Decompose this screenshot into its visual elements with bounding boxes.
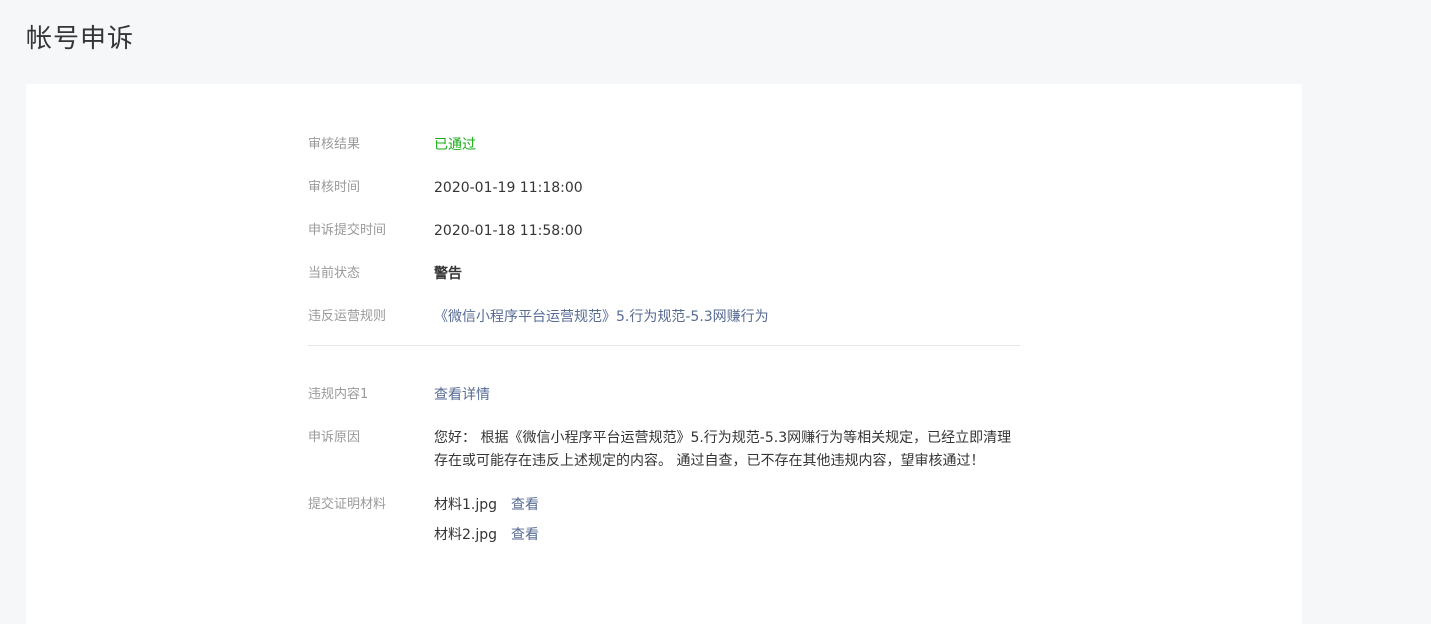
violated-rule-link[interactable]: 《微信小程序平台运营规范》5.行为规范-5.3网赚行为 <box>434 306 1020 328</box>
appeal-content: 审核结果 已通过 审核时间 2020-01-19 11:18:00 申诉提交时间… <box>308 134 1020 575</box>
violated-rule-label: 违反运营规则 <box>308 309 387 324</box>
materials-list: 材料1.jpg 查看 材料2.jpg 查看 <box>434 494 1020 554</box>
material-name: 材料1.jpg <box>434 497 498 513</box>
section-divider <box>308 345 1020 346</box>
review-section: 审核结果 已通过 审核时间 2020-01-19 11:18:00 申诉提交时间… <box>308 134 1020 328</box>
material-name: 材料2.jpg <box>434 527 498 543</box>
review-time-row: 审核时间 2020-01-19 11:18:00 <box>308 177 1020 199</box>
material-item: 材料1.jpg 查看 <box>434 494 1020 516</box>
appeal-reason-text: 您好： 根据《微信小程序平台运营规范》5.行为规范-5.3网赚行为等相关规定，已… <box>434 430 1012 469</box>
view-details-link[interactable]: 查看详情 <box>434 384 1020 406</box>
submit-time-label: 申诉提交时间 <box>308 223 387 238</box>
appeal-reason-label: 申诉原因 <box>308 430 361 445</box>
review-result-row: 审核结果 已通过 <box>308 134 1020 156</box>
review-result-label: 审核结果 <box>308 137 361 152</box>
review-time-value: 2020-01-19 11:18:00 <box>434 180 583 196</box>
violation-content-label: 违规内容1 <box>308 387 369 402</box>
submit-time-value: 2020-01-18 11:58:00 <box>434 223 583 239</box>
review-time-label: 审核时间 <box>308 180 361 195</box>
appeal-reason-row: 申诉原因 您好： 根据《微信小程序平台运营规范》5.行为规范-5.3网赚行为等相… <box>308 427 1020 473</box>
materials-label: 提交证明材料 <box>308 497 387 512</box>
material-view-link[interactable]: 查看 <box>511 524 539 546</box>
current-status-label: 当前状态 <box>308 266 361 281</box>
detail-section: 违规内容1 查看详情 申诉原因 您好： 根据《微信小程序平台运营规范》5.行为规… <box>308 384 1020 554</box>
appeal-card: 审核结果 已通过 审核时间 2020-01-19 11:18:00 申诉提交时间… <box>26 84 1302 624</box>
violated-rule-row: 违反运营规则 《微信小程序平台运营规范》5.行为规范-5.3网赚行为 <box>308 306 1020 328</box>
violation-content-row: 违规内容1 查看详情 <box>308 384 1020 406</box>
material-item: 材料2.jpg 查看 <box>434 524 1020 546</box>
material-view-link[interactable]: 查看 <box>511 494 539 516</box>
materials-row: 提交证明材料 材料1.jpg 查看 材料2.jpg 查看 <box>308 494 1020 554</box>
review-result-value: 已通过 <box>434 137 476 153</box>
submit-time-row: 申诉提交时间 2020-01-18 11:58:00 <box>308 220 1020 242</box>
current-status-row: 当前状态 警告 <box>308 263 1020 285</box>
current-status-value: 警告 <box>434 266 462 282</box>
page-title: 帐号申诉 <box>26 24 135 54</box>
